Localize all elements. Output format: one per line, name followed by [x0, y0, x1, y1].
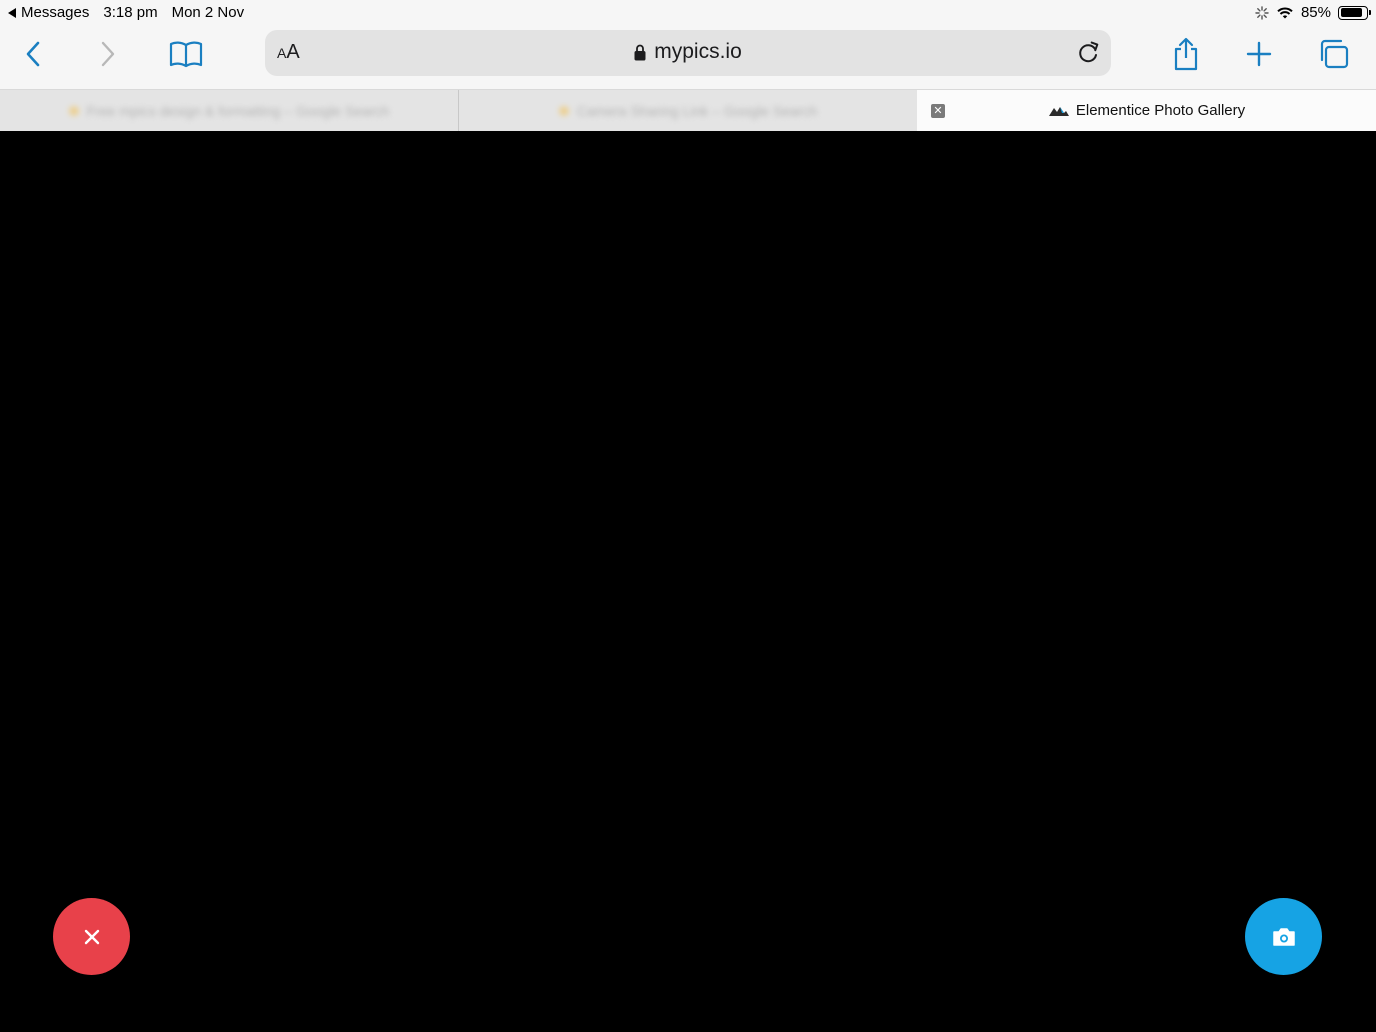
- status-time: 3:18 pm: [103, 4, 158, 21]
- active-tab-title-group: Elementice Photo Gallery: [1048, 102, 1245, 119]
- tab-favicon: [558, 105, 569, 116]
- back-button[interactable]: [14, 36, 54, 72]
- chevron-right-icon: [101, 41, 115, 67]
- url-display: mypics.io: [265, 40, 1111, 64]
- status-right: 85%: [1255, 4, 1371, 21]
- browser-toolbar: AA mypics.io: [0, 26, 1376, 89]
- tabs-overview-button[interactable]: [1313, 36, 1353, 72]
- loading-spinner-icon: [1255, 5, 1269, 20]
- bookmarks-button[interactable]: [166, 36, 206, 72]
- share-icon: [1174, 37, 1198, 71]
- tab-inactive-2[interactable]: Camera Sharing Link – Google Search: [459, 90, 917, 131]
- tab-favicon: [68, 105, 79, 116]
- gallery-logo-icon: [1048, 106, 1069, 116]
- active-tab-title: Elementice Photo Gallery: [1075, 102, 1246, 119]
- camera-icon: [1272, 927, 1295, 946]
- tab-active[interactable]: ✕ Elementice Photo Gallery: [917, 90, 1376, 131]
- tab-title: Free mpics design & formatting – Google …: [86, 102, 390, 119]
- back-to-app-button[interactable]: Messages: [8, 4, 89, 21]
- new-tab-button[interactable]: [1239, 36, 1279, 72]
- battery-icon: [1338, 5, 1371, 20]
- plus-icon: [1246, 41, 1272, 67]
- tab-strip: Free mpics design & formatting – Google …: [0, 89, 1376, 131]
- close-tab-icon[interactable]: ✕: [931, 104, 945, 118]
- camera-viewfinder: [0, 131, 1376, 1032]
- reload-icon[interactable]: [1075, 40, 1101, 66]
- chevron-left-icon: [26, 41, 40, 67]
- url-text: mypics.io: [654, 40, 742, 63]
- battery-fill: [1340, 8, 1362, 17]
- back-app-label: Messages: [21, 4, 90, 21]
- status-left: Messages 3:18 pm Mon 2 Nov: [8, 4, 244, 21]
- battery-percent: 85%: [1300, 4, 1331, 21]
- tab-title: Camera Sharing Link – Google Search: [576, 102, 818, 119]
- capture-photo-button[interactable]: [1245, 898, 1322, 975]
- close-camera-button[interactable]: [53, 898, 130, 975]
- wifi-icon: [1277, 6, 1293, 18]
- book-icon: [169, 41, 203, 68]
- lock-icon: [634, 44, 646, 60]
- forward-button[interactable]: [87, 36, 127, 72]
- address-bar[interactable]: AA mypics.io: [265, 30, 1111, 76]
- back-arrow-icon: [8, 7, 16, 18]
- close-icon: [84, 929, 99, 944]
- status-date: Mon 2 Nov: [171, 4, 245, 21]
- status-bar: Messages 3:18 pm Mon 2 Nov 85%: [0, 0, 1376, 26]
- share-button[interactable]: [1166, 36, 1206, 72]
- tabs-icon: [1320, 39, 1349, 69]
- tab-inactive-1[interactable]: Free mpics design & formatting – Google …: [0, 90, 458, 131]
